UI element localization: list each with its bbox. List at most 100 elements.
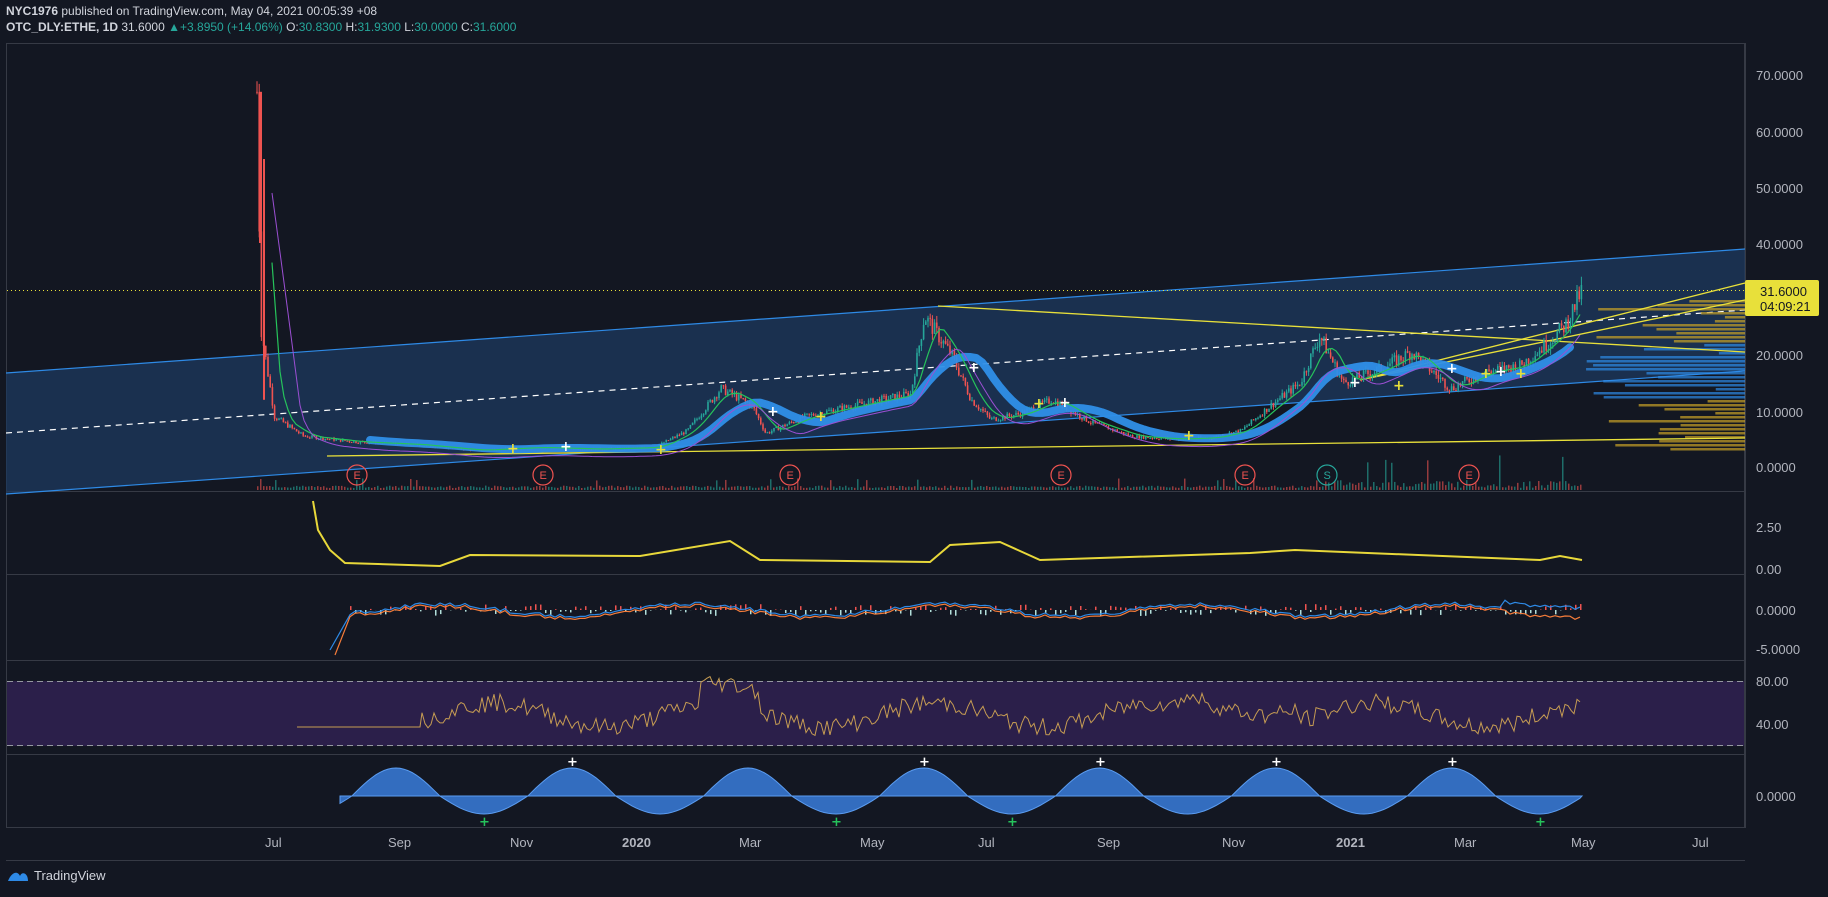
candle-body bbox=[861, 402, 863, 404]
candle-body bbox=[1255, 418, 1257, 420]
candle-body bbox=[1466, 376, 1468, 379]
volume-bar bbox=[1367, 462, 1369, 490]
candle-body bbox=[920, 339, 923, 347]
candle-body bbox=[1389, 363, 1391, 367]
macd-hist-bar bbox=[1300, 610, 1302, 615]
macd-pane[interactable] bbox=[6, 574, 1745, 661]
volume-profile-bar bbox=[1700, 312, 1745, 315]
volume-bar bbox=[1157, 485, 1159, 490]
macd-hist-bar bbox=[1365, 610, 1367, 612]
candle-body bbox=[1274, 401, 1277, 407]
volume-bar bbox=[1145, 487, 1147, 490]
volume-bar bbox=[704, 486, 706, 490]
candle-body bbox=[667, 440, 670, 442]
volume-bar bbox=[1526, 486, 1528, 490]
volume-bar bbox=[560, 486, 562, 490]
macd-hist-bar bbox=[460, 608, 462, 610]
candle-body bbox=[1272, 403, 1275, 407]
macd-hist-bar bbox=[685, 610, 687, 613]
volume-bar bbox=[1478, 486, 1480, 490]
volume-bar bbox=[1442, 481, 1444, 490]
macd-hist-bar bbox=[650, 610, 652, 611]
candle-body bbox=[1543, 340, 1545, 353]
candle-body bbox=[1521, 360, 1523, 365]
event-marker-label: S bbox=[1324, 470, 1331, 482]
volume-bar bbox=[830, 480, 832, 490]
volume-bar bbox=[404, 486, 406, 490]
volume-bar bbox=[1130, 487, 1132, 490]
macd-hist-bar bbox=[920, 606, 922, 610]
volume-bar bbox=[770, 479, 772, 490]
macd-hist-bar bbox=[555, 609, 557, 610]
event-marker-label: E bbox=[354, 470, 361, 482]
volume-bar bbox=[743, 486, 745, 490]
volume-bar bbox=[407, 486, 409, 490]
time-tick: May bbox=[1571, 835, 1596, 850]
volume-bar bbox=[983, 486, 985, 490]
volume-bar bbox=[563, 485, 565, 490]
macd-hist-bar bbox=[1070, 606, 1072, 610]
volume-bar bbox=[689, 486, 691, 490]
volume-bar bbox=[494, 485, 496, 490]
candle-body bbox=[1301, 381, 1303, 386]
candle-body bbox=[718, 392, 720, 399]
volume-bar bbox=[908, 486, 910, 490]
candle-body bbox=[335, 439, 337, 441]
volume-bar bbox=[899, 485, 901, 490]
candle-body bbox=[982, 409, 984, 411]
volume-bar bbox=[398, 487, 400, 490]
volume-bar bbox=[1190, 487, 1192, 490]
volume-bar bbox=[491, 487, 493, 490]
macd-hist-bar bbox=[1400, 610, 1402, 614]
event-markers: EEEEESE bbox=[346, 464, 1480, 486]
volume-bar bbox=[998, 487, 1000, 490]
volume-bar bbox=[1514, 486, 1516, 490]
macd-hist-bar bbox=[560, 610, 562, 612]
candle-body bbox=[856, 401, 859, 406]
volume-profile-bar bbox=[1600, 356, 1745, 359]
volume-bar bbox=[713, 487, 715, 490]
macd-hist-bar bbox=[810, 610, 812, 612]
brand-name[interactable]: TradingView bbox=[34, 868, 106, 883]
volume-bar bbox=[848, 487, 850, 490]
volume-bar bbox=[1346, 484, 1348, 490]
price-axis[interactable]: 70.0000 60.0000 50.0000 40.0000 20.0000 … bbox=[1756, 68, 1803, 804]
candle-body bbox=[942, 341, 945, 344]
volume-bar bbox=[581, 487, 583, 490]
volume-bar bbox=[488, 486, 490, 490]
volume-bar bbox=[923, 486, 925, 490]
candle-body bbox=[295, 429, 298, 432]
volume-bar bbox=[1580, 484, 1582, 490]
candle-body bbox=[1156, 438, 1158, 440]
volume-bar bbox=[1187, 486, 1189, 490]
volume-bar bbox=[551, 486, 553, 490]
candle-body bbox=[1314, 347, 1316, 349]
volume-bar bbox=[731, 486, 733, 490]
candle-body bbox=[1259, 415, 1261, 418]
macd-hist-bar bbox=[425, 606, 427, 610]
price-tag-countdown: 04:09:21 bbox=[1760, 299, 1811, 314]
volume-profile-bar bbox=[1707, 400, 1745, 403]
oscillator-area bbox=[339, 767, 1584, 815]
volume-bar bbox=[1037, 486, 1039, 490]
volume-bar bbox=[500, 486, 502, 490]
volume-bar bbox=[620, 487, 622, 490]
volume-bar bbox=[497, 486, 499, 490]
macd-hist-bar bbox=[1440, 610, 1442, 615]
volume-bar bbox=[1445, 485, 1447, 490]
time-axis[interactable]: Jul Sep Nov 2020 Mar May Jul Sep Nov 202… bbox=[265, 835, 1709, 850]
volume-bar bbox=[473, 486, 475, 490]
candle-body bbox=[306, 436, 309, 438]
chart-canvas[interactable]: + + ++ +++ +++ ++ + + + EEEEESE ++++++ + ++ 70.000… bbox=[0, 0, 1828, 897]
volume-bar bbox=[1181, 486, 1183, 490]
macd-hist-bar bbox=[705, 610, 707, 613]
candle-body bbox=[936, 322, 938, 328]
candle-body bbox=[357, 443, 359, 445]
candle-body bbox=[309, 437, 311, 439]
macd-hist-bar bbox=[370, 608, 372, 610]
candle-body bbox=[997, 420, 1000, 422]
candle-body bbox=[678, 434, 681, 436]
volume-bar bbox=[665, 487, 667, 490]
volume-bar bbox=[596, 480, 598, 490]
volume-bar bbox=[395, 486, 397, 490]
